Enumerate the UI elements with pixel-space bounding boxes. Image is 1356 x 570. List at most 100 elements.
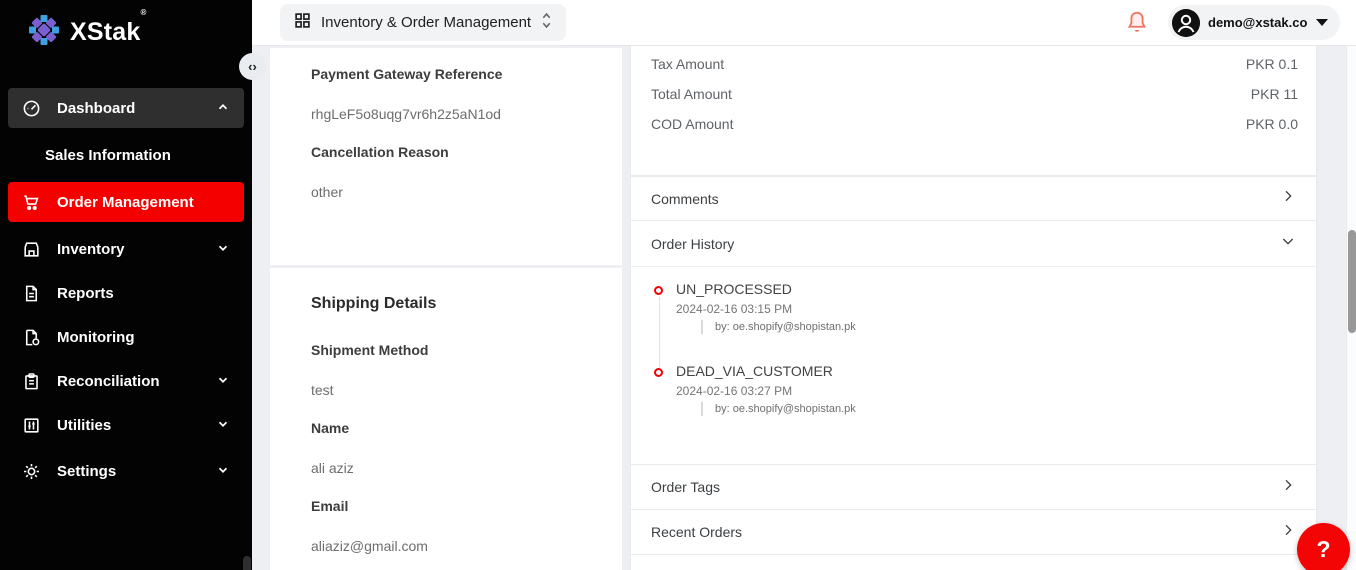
tax-amount-value: PKR 0.1 xyxy=(1246,49,1298,79)
sidebar-item-utilities[interactable]: Utilities xyxy=(8,406,244,444)
sidebar-item-reports[interactable]: Reports xyxy=(8,274,244,312)
sidebar-item-label: Settings xyxy=(57,463,216,480)
sidebar-item-sales-information[interactable]: Sales Information xyxy=(8,140,244,170)
app-switcher-label: Inventory & Order Management xyxy=(321,14,531,31)
main-content: Payment Gateway Reference rhgLeF5o8uqg7v… xyxy=(252,46,1356,570)
recent-orders-accordion-header[interactable]: Recent Orders xyxy=(631,510,1316,554)
by-divider xyxy=(701,402,703,416)
help-question-mark: ? xyxy=(1316,536,1330,563)
summary-row-tax: Tax Amount PKR 0.1 xyxy=(651,49,1298,79)
order-tags-label: Order Tags xyxy=(651,479,720,495)
order-history-label: Order History xyxy=(651,236,734,252)
name-label: Name xyxy=(311,420,349,436)
sidebar-item-monitoring[interactable]: Monitoring xyxy=(8,318,244,356)
shipment-method-value: test xyxy=(311,382,334,398)
summary-row-cod: COD Amount PKR 0.0 xyxy=(651,109,1298,139)
apps-grid-icon xyxy=(294,12,311,34)
gear-icon xyxy=(20,460,42,482)
selector-updown-icon xyxy=(541,12,552,34)
comments-label: Comments xyxy=(651,191,719,207)
chevron-up-icon xyxy=(216,100,232,116)
scrollbar-thumb[interactable] xyxy=(1348,230,1356,333)
history-datetime: 2024-02-16 03:27 PM xyxy=(676,384,792,398)
page-scrollbar[interactable] xyxy=(1346,46,1356,570)
history-by-text: by: oe.shopify@shopistan.pk xyxy=(715,321,856,333)
caret-down-icon xyxy=(1316,19,1328,26)
brand-name: XStak® xyxy=(70,18,147,47)
comments-accordion-header[interactable]: Comments xyxy=(631,177,1316,220)
timeline-node-icon xyxy=(654,286,663,295)
sidebar-item-label: Utilities xyxy=(57,417,216,434)
brand-logo: XStak® xyxy=(26,12,147,53)
amounts-summary-box: Tax Amount PKR 0.1 Total Amount PKR 11 C… xyxy=(630,44,1317,176)
history-status: DEAD_VIA_CUSTOMER xyxy=(676,363,833,379)
history-by: by: oe.shopify@shopistan.pk xyxy=(701,320,856,334)
collapse-chevrons-icon: ‹› xyxy=(248,59,257,74)
cart-icon xyxy=(20,191,42,213)
sidebar-item-label: Order Management xyxy=(57,194,232,211)
sidebar-scrollbar-thumb[interactable] xyxy=(243,556,251,570)
email-label: Email xyxy=(311,498,348,514)
clipboard-icon xyxy=(20,370,42,392)
by-divider xyxy=(701,320,703,334)
tax-amount-label: Tax Amount xyxy=(651,49,724,79)
cancellation-reason-label: Cancellation Reason xyxy=(311,144,449,160)
sidebar-item-label: Dashboard xyxy=(57,100,216,117)
order-tags-accordion-header[interactable]: Order Tags xyxy=(631,465,1316,509)
sliders-icon xyxy=(20,414,42,436)
page: XStak® Dashboard Sales Information xyxy=(0,0,1356,570)
payment-gateway-reference-value: rhgLeF5o8uqg7vr6h2z5aN1od xyxy=(311,106,501,122)
sidebar-item-label: Sales Information xyxy=(45,147,232,164)
payment-details-card: Payment Gateway Reference rhgLeF5o8uqg7v… xyxy=(270,48,622,265)
sidebar-collapse-toggle[interactable]: ‹› xyxy=(239,53,266,80)
shipping-details-title: Shipping Details xyxy=(311,295,436,313)
order-history-header[interactable]: Order History xyxy=(631,221,1316,267)
payment-gateway-reference-label: Payment Gateway Reference xyxy=(311,66,502,82)
comments-accordion: Comments xyxy=(630,176,1317,221)
order-tags-accordion: Order Tags xyxy=(630,464,1317,510)
cod-amount-value: PKR 0.0 xyxy=(1246,109,1298,139)
next-accordion-partial xyxy=(630,554,1317,570)
notification-bell-icon[interactable] xyxy=(1124,9,1150,37)
user-menu[interactable]: demo@xstak.com . xyxy=(1168,5,1340,40)
total-amount-label: Total Amount xyxy=(651,79,732,109)
chevron-right-icon xyxy=(1280,522,1296,543)
sidebar-item-reconciliation[interactable]: Reconciliation xyxy=(8,362,244,400)
history-by-text: by: oe.shopify@shopistan.pk xyxy=(715,403,856,415)
chevron-down-icon xyxy=(216,417,232,433)
topbar: Inventory & Order Management dem xyxy=(252,0,1356,46)
chevron-down-icon xyxy=(216,241,232,257)
sidebar-item-label: Reports xyxy=(57,285,232,302)
sidebar-item-order-management[interactable]: Order Management xyxy=(8,182,244,222)
cod-amount-label: COD Amount xyxy=(651,109,733,139)
chevron-right-icon xyxy=(1280,188,1296,209)
timeline-node-icon xyxy=(654,368,663,377)
app-switcher[interactable]: Inventory & Order Management xyxy=(280,4,566,41)
sidebar-item-label: Inventory xyxy=(57,241,216,258)
chevron-down-icon xyxy=(216,463,232,479)
help-button[interactable]: ? xyxy=(1297,523,1350,570)
avatar xyxy=(1172,9,1200,37)
monitoring-icon xyxy=(20,326,42,348)
sidebar-item-dashboard[interactable]: Dashboard xyxy=(8,88,244,128)
shipment-method-label: Shipment Method xyxy=(311,342,428,358)
summary-row-total: Total Amount PKR 11 xyxy=(651,79,1298,109)
chevron-right-icon xyxy=(1280,477,1296,498)
store-icon xyxy=(20,238,42,260)
registered-mark: ® xyxy=(140,8,146,17)
history-datetime: 2024-02-16 03:15 PM xyxy=(676,302,792,316)
sidebar: XStak® Dashboard Sales Information xyxy=(0,0,252,570)
xstak-logo-icon xyxy=(26,12,62,53)
dashboard-gauge-icon xyxy=(20,97,42,119)
sidebar-menu: Dashboard Sales Information Order Manage… xyxy=(8,88,244,490)
order-history-accordion: Order History UN_PROCESSED 2024-02-16 03… xyxy=(630,220,1317,465)
sidebar-item-inventory[interactable]: Inventory xyxy=(8,230,244,268)
chevron-down-icon xyxy=(1280,233,1296,254)
email-value: aliaziz@gmail.com xyxy=(311,538,428,554)
history-status: UN_PROCESSED xyxy=(676,281,792,297)
document-icon xyxy=(20,282,42,304)
sidebar-item-settings[interactable]: Settings xyxy=(8,452,244,490)
shipping-details-card: Shipping Details Shipment Method test Na… xyxy=(270,268,622,570)
user-email: demo@xstak.com . xyxy=(1208,15,1308,30)
chevron-down-icon xyxy=(216,373,232,389)
